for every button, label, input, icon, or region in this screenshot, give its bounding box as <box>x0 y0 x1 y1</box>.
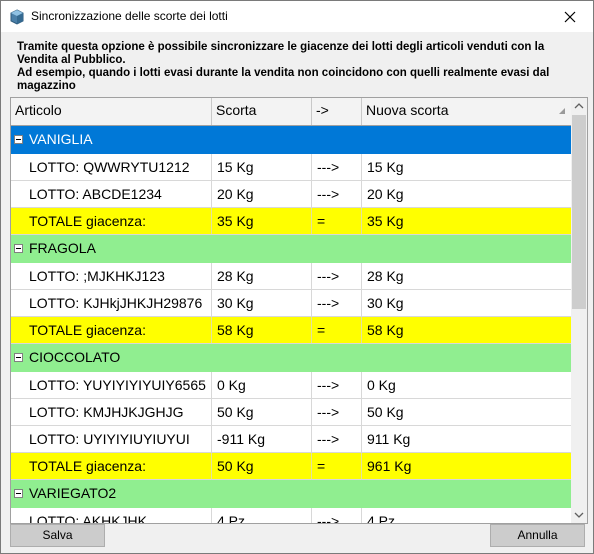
cell-nuova-scorta: 30 Kg <box>367 295 404 311</box>
cell-arrow: = <box>312 453 362 479</box>
cell-scorta: -911 Kg <box>212 426 312 452</box>
cell-nuova-scorta: 35 Kg <box>367 213 404 229</box>
cell-scorta: 0 Kg <box>212 372 312 398</box>
column-header-label: Nuova scorta <box>366 102 449 118</box>
vertical-scrollbar[interactable] <box>571 98 587 523</box>
close-icon <box>564 11 576 22</box>
cell-nuova-scorta: 4 Pz <box>367 513 396 524</box>
cancel-button[interactable]: Annulla <box>490 524 585 547</box>
scroll-down-button[interactable] <box>571 506 587 523</box>
cell-arrow: ---> <box>312 263 362 289</box>
description-line: Vendita al Pubblico. <box>17 54 126 66</box>
total-row[interactable]: TOTALE giacenza: 35 Kg = 35 Kg <box>11 208 571 235</box>
collapse-toggle-icon[interactable] <box>14 489 23 498</box>
group-row[interactable]: VANIGLIA <box>11 126 571 154</box>
cell-articolo: LOTTO: ;MJKHKJ123 <box>11 263 212 289</box>
group-label: CIOCCOLATO <box>29 349 121 365</box>
total-row[interactable]: TOTALE giacenza: 50 Kg = 961 Kg <box>11 453 571 480</box>
cell-articolo: LOTTO: KMJHJKJGHJG <box>11 399 212 425</box>
collapse-toggle-icon[interactable] <box>14 353 23 362</box>
cell-nuova-scorta: 961 Kg <box>367 458 412 474</box>
group-row[interactable]: CIOCCOLATO <box>11 344 571 372</box>
cell-arrow: ---> <box>312 154 362 180</box>
cell-articolo: LOTTO: QWWRYTU1212 <box>11 154 212 180</box>
cell-arrow: ---> <box>312 181 362 207</box>
cell-scorta: 20 Kg <box>212 181 312 207</box>
cell-articolo: LOTTO: YUYIYIYIYUIY6565 <box>11 372 212 398</box>
cell-articolo: TOTALE giacenza: <box>11 317 212 343</box>
group-row[interactable]: FRAGOLA <box>11 235 571 263</box>
lot-row[interactable]: LOTTO: UYIYIYIUYIUYUI -911 Kg ---> 911 Kg <box>11 426 571 453</box>
title-bar: Sincronizzazione delle scorte dei lotti <box>1 1 593 32</box>
save-button[interactable]: Salva <box>10 524 105 547</box>
total-row[interactable]: TOTALE giacenza: 58 Kg = 58 Kg <box>11 317 571 344</box>
description-line: magazzino <box>17 80 76 92</box>
cell-arrow: ---> <box>312 290 362 316</box>
window-title: Sincronizzazione delle scorte dei lotti <box>31 9 228 23</box>
lot-row[interactable]: LOTTO: ABCDE1234 20 Kg ---> 20 Kg <box>11 181 571 208</box>
group-label: VARIEGATO2 <box>29 485 117 501</box>
cell-arrow: = <box>312 317 362 343</box>
cell-nuova-scorta: 58 Kg <box>367 322 404 338</box>
group-row[interactable]: VARIEGATO2 <box>11 480 571 508</box>
cell-arrow: ---> <box>312 399 362 425</box>
cell-articolo: LOTTO: ABCDE1234 <box>11 181 212 207</box>
cell-nuova-scorta: 911 Kg <box>367 431 411 447</box>
cell-nuova-scorta: 15 Kg <box>367 159 404 175</box>
cell-scorta: 28 Kg <box>212 263 312 289</box>
column-header-arrow[interactable]: -> <box>312 98 362 125</box>
cell-arrow: ---> <box>312 508 362 523</box>
column-header-nuova-scorta[interactable]: Nuova scorta <box>362 98 571 125</box>
cell-scorta: 35 Kg <box>212 208 312 234</box>
cell-nuova-scorta: 28 Kg <box>367 268 404 284</box>
grid-body: VANIGLIA LOTTO: QWWRYTU1212 15 Kg ---> 15 Kg… <box>11 126 571 524</box>
chevron-up-icon <box>574 103 584 109</box>
lot-row[interactable]: LOTTO: KMJHJKJGHJG 50 Kg ---> 50 Kg <box>11 399 571 426</box>
group-label: VANIGLIA <box>29 131 93 147</box>
grid-header: Articolo Scorta -> Nuova scorta <box>11 98 571 126</box>
description-line: Ad esempio, quando i lotti evasi durante… <box>17 67 550 79</box>
cell-articolo: TOTALE giacenza: <box>11 453 212 479</box>
description-line: Tramite questa opzione è possibile sincr… <box>17 41 545 53</box>
cell-scorta: 15 Kg <box>212 154 312 180</box>
cell-articolo: TOTALE giacenza: <box>11 208 212 234</box>
lot-row[interactable]: LOTTO: YUYIYIYIYUIY6565 0 Kg ---> 0 Kg <box>11 372 571 399</box>
close-button[interactable] <box>547 1 593 32</box>
cell-scorta: 30 Kg <box>212 290 312 316</box>
group-label: FRAGOLA <box>29 240 96 256</box>
cell-arrow: = <box>312 208 362 234</box>
cell-scorta: 50 Kg <box>212 453 312 479</box>
cell-nuova-scorta: 20 Kg <box>367 186 404 202</box>
chevron-down-icon <box>574 512 584 518</box>
scroll-up-button[interactable] <box>571 98 587 115</box>
lot-row[interactable]: LOTTO: KJHkjJHKJH29876 30 Kg ---> 30 Kg <box>11 290 571 317</box>
sort-icon <box>559 108 565 114</box>
lot-row[interactable]: LOTTO: QWWRYTU1212 15 Kg ---> 15 Kg <box>11 154 571 181</box>
lot-row[interactable]: LOTTO: AKHKJHK 4 Pz ---> 4 Pz <box>11 508 571 524</box>
collapse-toggle-icon[interactable] <box>14 135 23 144</box>
cell-articolo: LOTTO: UYIYIYIUYIUYUI <box>11 426 212 452</box>
cell-scorta: 58 Kg <box>212 317 312 343</box>
cell-arrow: ---> <box>312 426 362 452</box>
cell-scorta: 50 Kg <box>212 399 312 425</box>
lot-row[interactable]: LOTTO: ;MJKHKJ123 28 Kg ---> 28 Kg <box>11 263 571 290</box>
cell-scorta: 4 Pz <box>212 508 312 523</box>
cell-articolo: LOTTO: KJHkjJHKJH29876 <box>11 290 212 316</box>
cell-nuova-scorta: 50 Kg <box>367 404 404 420</box>
description-text: Tramite questa opzione è possibile sincr… <box>17 41 582 93</box>
sync-lots-dialog: Sincronizzazione delle scorte dei lotti … <box>0 0 594 554</box>
app-icon <box>9 9 25 25</box>
column-header-scorta[interactable]: Scorta <box>212 98 312 125</box>
cell-articolo: LOTTO: AKHKJHK <box>11 508 212 523</box>
lots-grid[interactable]: Articolo Scorta -> Nuova scorta VANIGLIA… <box>10 97 588 524</box>
collapse-toggle-icon[interactable] <box>14 244 23 253</box>
column-header-articolo[interactable]: Articolo <box>11 98 212 125</box>
cell-arrow: ---> <box>312 372 362 398</box>
cell-nuova-scorta: 0 Kg <box>367 377 396 393</box>
scroll-thumb[interactable] <box>572 115 586 309</box>
